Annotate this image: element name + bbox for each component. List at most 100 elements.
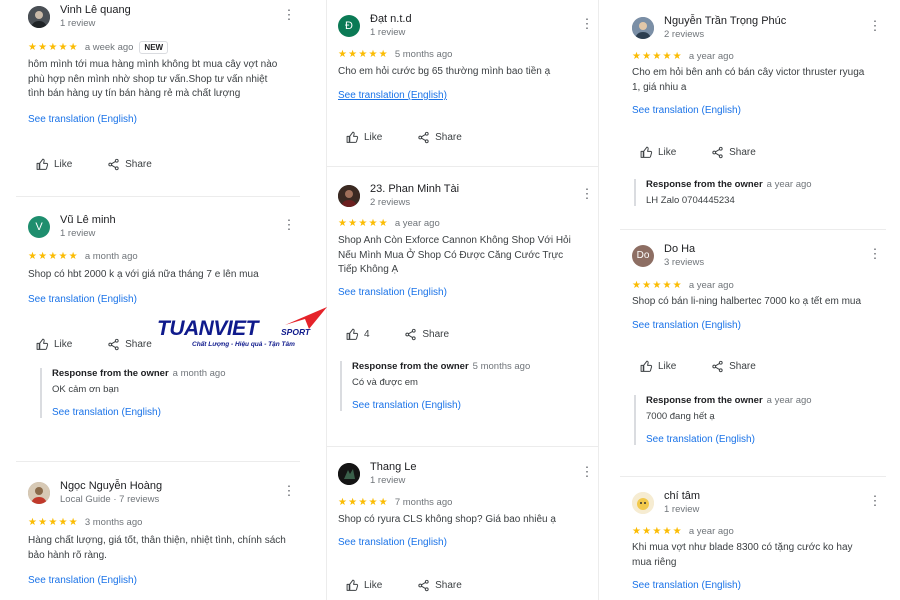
owner-response-time: 5 months ago xyxy=(472,361,531,372)
like-button[interactable]: Like xyxy=(640,360,676,373)
see-translation-link[interactable]: See translation (English) xyxy=(632,580,741,591)
avatar[interactable] xyxy=(338,463,360,485)
see-translation-link[interactable]: See translation (English) xyxy=(632,320,741,331)
review-actions: Like Share xyxy=(346,579,494,595)
owner-response: Response from the owner a month ago OK cả… xyxy=(40,368,290,418)
share-button[interactable]: Share xyxy=(711,360,756,373)
reviewer-name[interactable]: Vũ Lê minh xyxy=(60,214,116,226)
see-translation-link[interactable]: See translation (English) xyxy=(28,575,137,586)
like-button[interactable]: Like xyxy=(640,146,676,159)
reviewer-header[interactable]: Do Do Ha 3 reviews ⋮ xyxy=(632,243,886,273)
see-translation-link[interactable]: See translation (English) xyxy=(338,90,447,101)
share-button[interactable]: Share xyxy=(107,158,152,171)
avatar[interactable]: Đ xyxy=(338,15,360,37)
review-time: a month ago xyxy=(84,251,138,262)
avatar[interactable] xyxy=(338,185,360,207)
more-options-icon[interactable]: ⋮ xyxy=(868,494,882,508)
reviewer-name[interactable]: Vinh Lê quang xyxy=(60,4,131,16)
reviewer-name[interactable]: Ngọc Nguyễn Hoàng xyxy=(60,480,162,492)
rating-row: ★★★★★ a week ago NEW xyxy=(28,41,169,54)
rating-row: ★★★★★ a year ago xyxy=(632,280,734,291)
owner-response-text: 7000 đang hết ạ xyxy=(646,411,715,422)
share-label: Share xyxy=(435,132,462,143)
owner-response-time: a year ago xyxy=(766,395,812,406)
see-translation-link[interactable]: See translation (English) xyxy=(352,400,588,411)
review-time: a year ago xyxy=(394,218,440,229)
see-translation-link[interactable]: See translation (English) xyxy=(632,105,741,116)
avatar[interactable]: V xyxy=(28,216,50,238)
like-button[interactable]: 4 xyxy=(346,328,370,341)
like-label: Like xyxy=(54,159,73,170)
review-text: Khi mua vợt như blade 8300 có tặng cước … xyxy=(632,542,853,568)
avatar[interactable] xyxy=(632,17,654,39)
reviewer-header[interactable]: Đ Đạt n.t.d 1 review ⋮ xyxy=(338,13,598,43)
avatar[interactable] xyxy=(632,492,654,514)
share-label: Share xyxy=(729,361,756,372)
owner-response-header: Response from the owner a year ago xyxy=(646,179,876,190)
review-text: hôm mình tới mua hàng mình không bt mua … xyxy=(28,59,278,99)
more-options-icon[interactable]: ⋮ xyxy=(868,19,882,33)
reviewer-header[interactable]: Nguyễn Trần Trọng Phúc 2 reviews ⋮ xyxy=(632,15,886,45)
avatar[interactable] xyxy=(28,482,50,504)
share-label: Share xyxy=(729,147,756,158)
review-time: 3 months ago xyxy=(84,517,143,528)
reviewer-name[interactable]: Đạt n.t.d xyxy=(370,13,412,25)
person-photo-icon xyxy=(338,185,360,207)
reviewer-name[interactable]: Nguyễn Trần Trọng Phúc xyxy=(664,15,786,27)
see-translation-link[interactable]: See translation (English) xyxy=(338,537,447,548)
reviewer-header[interactable]: Thang Le 1 review ⋮ xyxy=(338,461,598,491)
avatar[interactable] xyxy=(28,6,50,28)
rating-row: ★★★★★ a month ago xyxy=(28,251,138,262)
owner-response-header: Response from the owner a year ago xyxy=(646,395,876,406)
share-label: Share xyxy=(125,339,152,350)
share-button[interactable]: Share xyxy=(404,328,449,341)
reviewer-name[interactable]: Thang Le xyxy=(370,461,416,473)
reviewer-review-count: 2 reviews xyxy=(370,197,411,208)
like-label: Like xyxy=(54,339,73,350)
like-button[interactable]: Like xyxy=(346,579,382,592)
star-rating: ★★★★★ xyxy=(338,218,389,229)
see-translation-link[interactable]: See translation (English) xyxy=(28,114,137,125)
review-column-3: Nguyễn Trần Trọng Phúc 2 reviews ⋮ ★★★★★… xyxy=(620,0,886,600)
more-options-icon[interactable]: ⋮ xyxy=(282,8,296,22)
like-label: Like xyxy=(364,580,383,591)
reviewer-header[interactable]: 23. Phan Minh Tài 2 reviews ⋮ xyxy=(338,183,598,213)
reviewer-header[interactable]: Vinh Lê quang 1 review ⋮ xyxy=(28,4,300,34)
reviewer-header[interactable]: Ngọc Nguyễn Hoàng Local Guide · 7 review… xyxy=(28,480,300,510)
reviewer-name[interactable]: chí tâm xyxy=(664,490,700,502)
reviewer-review-count: 1 review xyxy=(60,228,96,239)
share-button[interactable]: Share xyxy=(711,146,756,159)
avatar[interactable]: Do xyxy=(632,245,654,267)
rating-row: ★★★★★ 3 months ago xyxy=(28,517,142,528)
reviewer-name[interactable]: Do Ha xyxy=(664,243,695,255)
more-options-icon[interactable]: ⋮ xyxy=(282,218,296,232)
more-options-icon[interactable]: ⋮ xyxy=(580,17,594,31)
see-translation-link[interactable]: See translation (English) xyxy=(646,434,876,445)
see-translation-link[interactable]: See translation (English) xyxy=(52,407,290,418)
review-actions: Like Share xyxy=(346,131,494,147)
reviewer-review-count: 2 reviews xyxy=(664,29,705,40)
review-text: Cho em hỏi cước bg 65 thường mình bao ti… xyxy=(338,66,551,77)
reviewer-name[interactable]: 23. Phan Minh Tài xyxy=(370,183,459,195)
share-button[interactable]: Share xyxy=(107,338,152,351)
owner-response: Response from the owner a year ago 7000 đ… xyxy=(634,395,876,445)
share-button[interactable]: Share xyxy=(417,131,462,144)
more-options-icon[interactable]: ⋮ xyxy=(580,465,594,479)
share-button[interactable]: Share xyxy=(417,579,462,592)
review-actions: Like Share xyxy=(640,360,788,376)
reviewer-header[interactable]: chí tâm 1 review ⋮ xyxy=(632,490,886,520)
more-options-icon[interactable]: ⋮ xyxy=(282,484,296,498)
reviewer-header[interactable]: V Vũ Lê minh 1 review ⋮ xyxy=(28,214,300,244)
see-translation-link[interactable]: See translation (English) xyxy=(338,287,447,298)
review-time: a year ago xyxy=(688,280,734,291)
owner-response-text: Có và được em xyxy=(352,377,418,388)
like-button[interactable]: Like xyxy=(36,158,72,171)
more-options-icon[interactable]: ⋮ xyxy=(868,247,882,261)
like-button[interactable]: Like xyxy=(346,131,382,144)
owner-response-header: Response from the owner 5 months ago xyxy=(352,361,588,372)
like-button[interactable]: Like xyxy=(36,338,72,351)
review-column-1: Vinh Lê quang 1 review ⋮ ★★★★★ a week ago… xyxy=(16,0,300,600)
more-options-icon[interactable]: ⋮ xyxy=(580,187,594,201)
share-icon xyxy=(405,328,416,341)
see-translation-link[interactable]: See translation (English) xyxy=(28,294,137,305)
